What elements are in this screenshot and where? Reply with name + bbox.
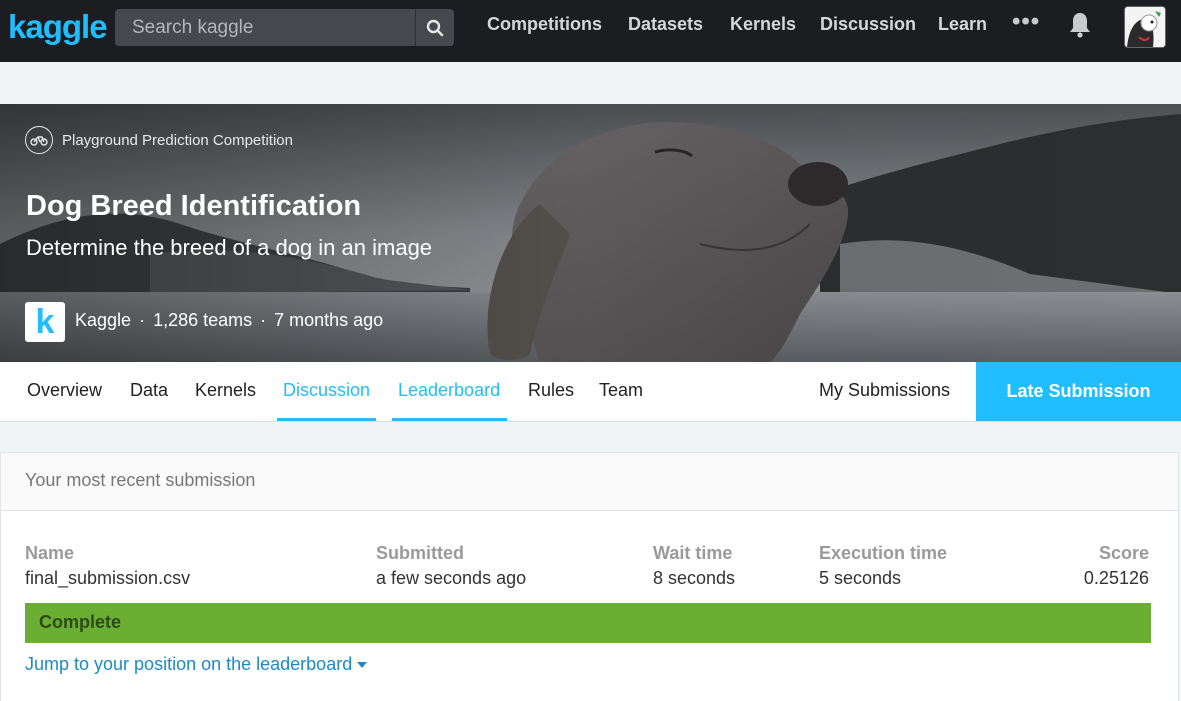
execution-time-column: Execution time 5 seconds <box>819 543 947 589</box>
my-submissions-link[interactable]: My Submissions <box>819 380 950 401</box>
submitted-value: a few seconds ago <box>376 568 527 588</box>
tab-leaderboard[interactable]: Leaderboard <box>398 380 500 401</box>
competition-title: Dog Breed Identification <box>26 190 362 222</box>
tab-overview[interactable]: Overview <box>27 380 102 401</box>
submission-filename: final_submission.csv <box>25 568 191 588</box>
search-input[interactable] <box>115 9 415 46</box>
host-meta: Kaggle · 1,286 teams · 7 months ago <box>75 310 384 330</box>
status-complete-bar: Complete <box>25 603 1151 643</box>
competition-tabs: Overview Data Kernels Discussion Leaderb… <box>0 362 1181 422</box>
kaggle-logo[interactable]: kaggle <box>8 8 108 46</box>
name-label: Name <box>25 543 75 563</box>
submitted-column: Submitted a few seconds ago <box>376 543 526 589</box>
search-button[interactable] <box>415 9 454 46</box>
nav-kernels[interactable]: Kernels <box>730 14 796 35</box>
tab-discussion[interactable]: Discussion <box>283 380 370 401</box>
card-header: Your most recent submission <box>1 453 1178 511</box>
wait-time-value: 8 seconds <box>653 568 736 588</box>
wait-time-label: Wait time <box>653 543 733 563</box>
top-navbar: kaggle Competitions Datasets Kernels Dis… <box>0 0 1181 62</box>
jump-to-leaderboard-link[interactable]: Jump to your position on the leaderboard <box>25 654 368 675</box>
nav-learn[interactable]: Learn <box>938 14 987 35</box>
bell-icon <box>1070 13 1090 38</box>
search-box <box>115 9 454 46</box>
more-menu-icon[interactable]: ••• <box>1012 8 1040 36</box>
competition-age: 7 months ago <box>274 310 384 330</box>
score-label: Score <box>1098 543 1149 563</box>
team-count[interactable]: 1,286 teams <box>153 310 252 330</box>
submission-name-column: Name final_submission.csv <box>25 543 190 589</box>
host-name[interactable]: Kaggle <box>75 310 131 330</box>
host-logo[interactable]: k <box>25 302 65 342</box>
tab-leaderboard-underline <box>392 418 507 421</box>
competition-type: Playground Prediction Competition <box>25 126 293 154</box>
nav-datasets[interactable]: Datasets <box>628 14 703 35</box>
score-column: Score 0.25126 <box>1084 543 1149 589</box>
jump-link-label: Jump to your position on the leaderboard <box>25 654 353 674</box>
execution-time-value: 5 seconds <box>819 568 902 588</box>
search-icon <box>426 19 444 36</box>
tab-rules[interactable]: Rules <box>528 380 574 401</box>
execution-time-label: Execution time <box>819 543 948 563</box>
late-submission-button[interactable]: Late Submission <box>976 362 1181 421</box>
competition-subtitle: Determine the breed of a dog in an image <box>26 235 433 260</box>
submitted-label: Submitted <box>376 543 464 563</box>
caret-down-icon <box>357 662 368 669</box>
competition-header-banner: Playground Prediction Competition Dog Br… <box>0 104 1181 362</box>
tab-kernels[interactable]: Kernels <box>195 380 256 401</box>
tab-discussion-underline <box>277 418 376 421</box>
avatar-image <box>1125 7 1165 47</box>
user-avatar[interactable] <box>1124 6 1166 48</box>
score-value: 0.25126 <box>1083 568 1149 588</box>
nav-competitions[interactable]: Competitions <box>487 14 602 35</box>
tab-team[interactable]: Team <box>599 380 643 401</box>
notifications-button[interactable] <box>1067 11 1093 44</box>
nav-discussion[interactable]: Discussion <box>820 14 916 35</box>
competition-type-label: Playground Prediction Competition <box>62 131 293 149</box>
tab-data[interactable]: Data <box>130 380 168 401</box>
recent-submission-card: Your most recent submission Name final_s… <box>0 452 1179 701</box>
wait-time-column: Wait time 8 seconds <box>653 543 735 589</box>
bicycle-icon <box>25 126 53 154</box>
